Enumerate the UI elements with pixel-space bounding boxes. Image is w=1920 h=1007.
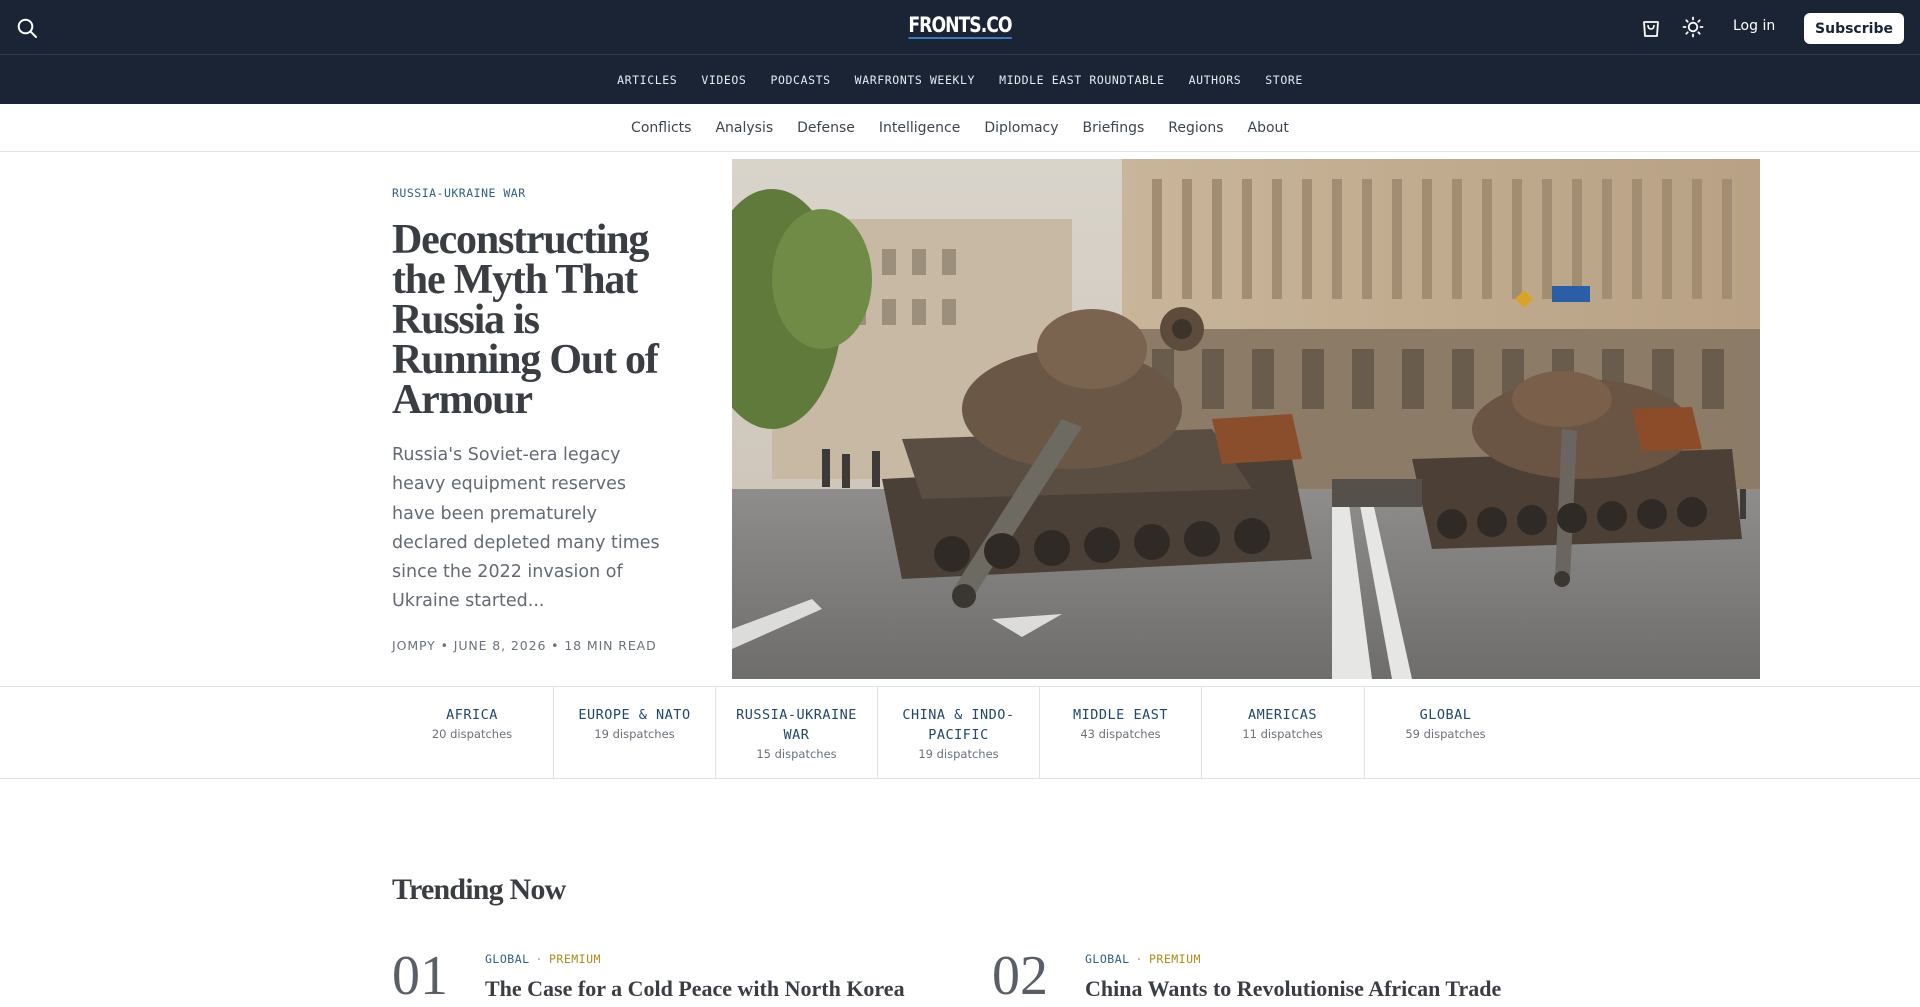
hero-photo-illustration	[732, 159, 1760, 679]
section-nav-authors[interactable]: AUTHORS	[1189, 73, 1242, 87]
search-icon[interactable]	[16, 17, 38, 39]
region-count: 59 dispatches	[1405, 727, 1486, 741]
category-nav-briefings[interactable]: Briefings	[1083, 120, 1145, 136]
hero-headline[interactable]: Deconstructing the Myth That Russia is R…	[392, 219, 682, 421]
region-count: 19 dispatches	[594, 727, 675, 741]
section-nav-articles[interactable]: ARTICLES	[617, 73, 677, 87]
region-china-indo-pacific[interactable]: CHINA & INDO-PACIFIC 19 dispatches	[877, 687, 1039, 779]
login-link[interactable]: Log in	[1733, 18, 1775, 34]
region-name: MIDDLE EAST	[1073, 707, 1168, 723]
region-americas[interactable]: AMERICAS 11 dispatches	[1201, 687, 1363, 779]
hero-image[interactable]	[732, 159, 1760, 679]
category-nav-defense[interactable]: Defense	[797, 120, 855, 136]
trending-headline[interactable]: China Wants to Revolutionise African Tra…	[1085, 976, 1501, 1002]
trending-tags: GLOBAL · PREMIUM	[1085, 952, 1201, 966]
category-nav-conflicts[interactable]: Conflicts	[631, 120, 691, 136]
category-nav-intelligence[interactable]: Intelligence	[879, 120, 960, 136]
tag-separator: ·	[535, 952, 543, 966]
cart-icon[interactable]	[1641, 17, 1661, 38]
section-nav-podcasts[interactable]: PODCASTS	[770, 73, 830, 87]
region-count: 15 dispatches	[756, 747, 837, 761]
region-count: 19 dispatches	[918, 747, 999, 761]
section-nav-middle-east-roundtable[interactable]: MIDDLE EAST ROUNDTABLE	[999, 73, 1165, 87]
section-nav-videos[interactable]: VIDEOS	[701, 73, 746, 87]
trending-tags: GLOBAL · PREMIUM	[485, 952, 601, 966]
trending-rank: 01	[392, 945, 448, 1007]
tag-separator: ·	[1135, 952, 1143, 966]
sun-icon[interactable]	[1682, 16, 1704, 38]
hero-excerpt: Russia's Soviet-era legacy heavy equipme…	[392, 445, 660, 612]
region-europe-nato[interactable]: EUROPE & NATO 19 dispatches	[553, 687, 715, 779]
section-nav: ARTICLES VIDEOS PODCASTS WARFRONTS WEEKL…	[0, 55, 1920, 104]
subscribe-button[interactable]: Subscribe	[1804, 13, 1904, 44]
region-africa[interactable]: AFRICA 20 dispatches	[391, 687, 553, 779]
region-global[interactable]: GLOBAL 59 dispatches	[1364, 687, 1526, 779]
trending-region-tag[interactable]: GLOBAL	[485, 952, 530, 966]
trending-region-tag[interactable]: GLOBAL	[1085, 952, 1130, 966]
top-bar: FRONTS.CO Log in Subscribe	[0, 0, 1920, 55]
trending-rank: 02	[992, 945, 1048, 1007]
hero-kicker[interactable]: RUSSIA-UKRAINE WAR	[392, 186, 526, 200]
region-count: 20 dispatches	[431, 727, 513, 741]
site-logo[interactable]: FRONTS.CO	[897, 13, 1023, 39]
section-nav-store[interactable]: STORE	[1265, 73, 1303, 87]
trending-headline[interactable]: The Case for a Cold Peace with North Kor…	[485, 976, 905, 1002]
region-name: GLOBAL	[1419, 707, 1472, 723]
region-name: EUROPE & NATO	[578, 707, 691, 723]
category-nav-regions[interactable]: Regions	[1168, 120, 1223, 136]
premium-badge: PREMIUM	[548, 952, 601, 966]
region-name: AMERICAS	[1247, 707, 1318, 723]
trending-title: Trending Now	[392, 873, 566, 906]
region-count: 43 dispatches	[1080, 727, 1161, 741]
region-name: CHINA & INDO-PACIFIC	[902, 707, 1015, 743]
region-middle-east[interactable]: MIDDLE EAST 43 dispatches	[1039, 687, 1201, 779]
region-russia-ukraine-war[interactable]: RUSSIA-UKRAINE WAR 15 dispatches	[715, 687, 877, 779]
region-name: RUSSIA-UKRAINE WAR	[736, 707, 857, 743]
section-nav-warfronts-weekly[interactable]: WARFRONTS WEEKLY	[855, 73, 975, 87]
hero-byline: JOMPY • JUNE 8, 2026 • 18 MIN READ	[392, 638, 657, 653]
category-nav-diplomacy[interactable]: Diplomacy	[984, 120, 1058, 136]
premium-badge: PREMIUM	[1148, 952, 1201, 966]
region-name: AFRICA	[446, 707, 498, 723]
category-nav-about[interactable]: About	[1248, 120, 1289, 136]
region-count: 11 dispatches	[1242, 727, 1323, 741]
category-nav: Conflicts Analysis Defense Intelligence …	[0, 104, 1920, 152]
region-strip: AFRICA 20 dispatches EUROPE & NATO 19 di…	[0, 686, 1920, 779]
category-nav-analysis[interactable]: Analysis	[715, 120, 773, 136]
